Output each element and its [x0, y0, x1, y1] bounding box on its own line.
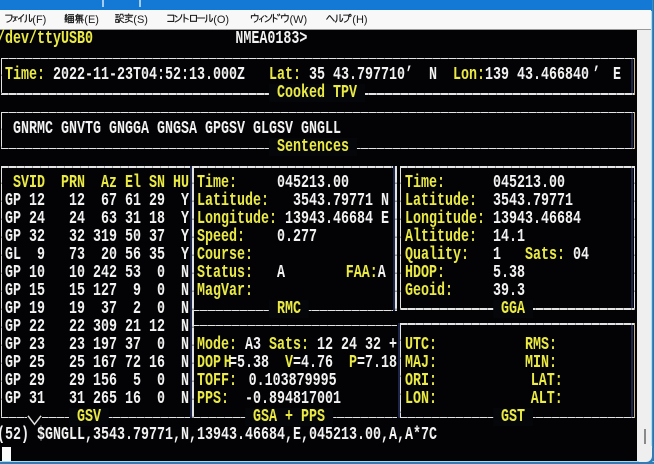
- svg-text:(E): (E): [84, 14, 99, 26]
- svg-text:(H): (H): [352, 14, 367, 26]
- svg-text:(S): (S): [133, 14, 148, 26]
- svg-text:(W): (W): [290, 14, 308, 26]
- svg-text:(F): (F): [32, 14, 46, 26]
- svg-text:(O): (O): [213, 14, 229, 26]
